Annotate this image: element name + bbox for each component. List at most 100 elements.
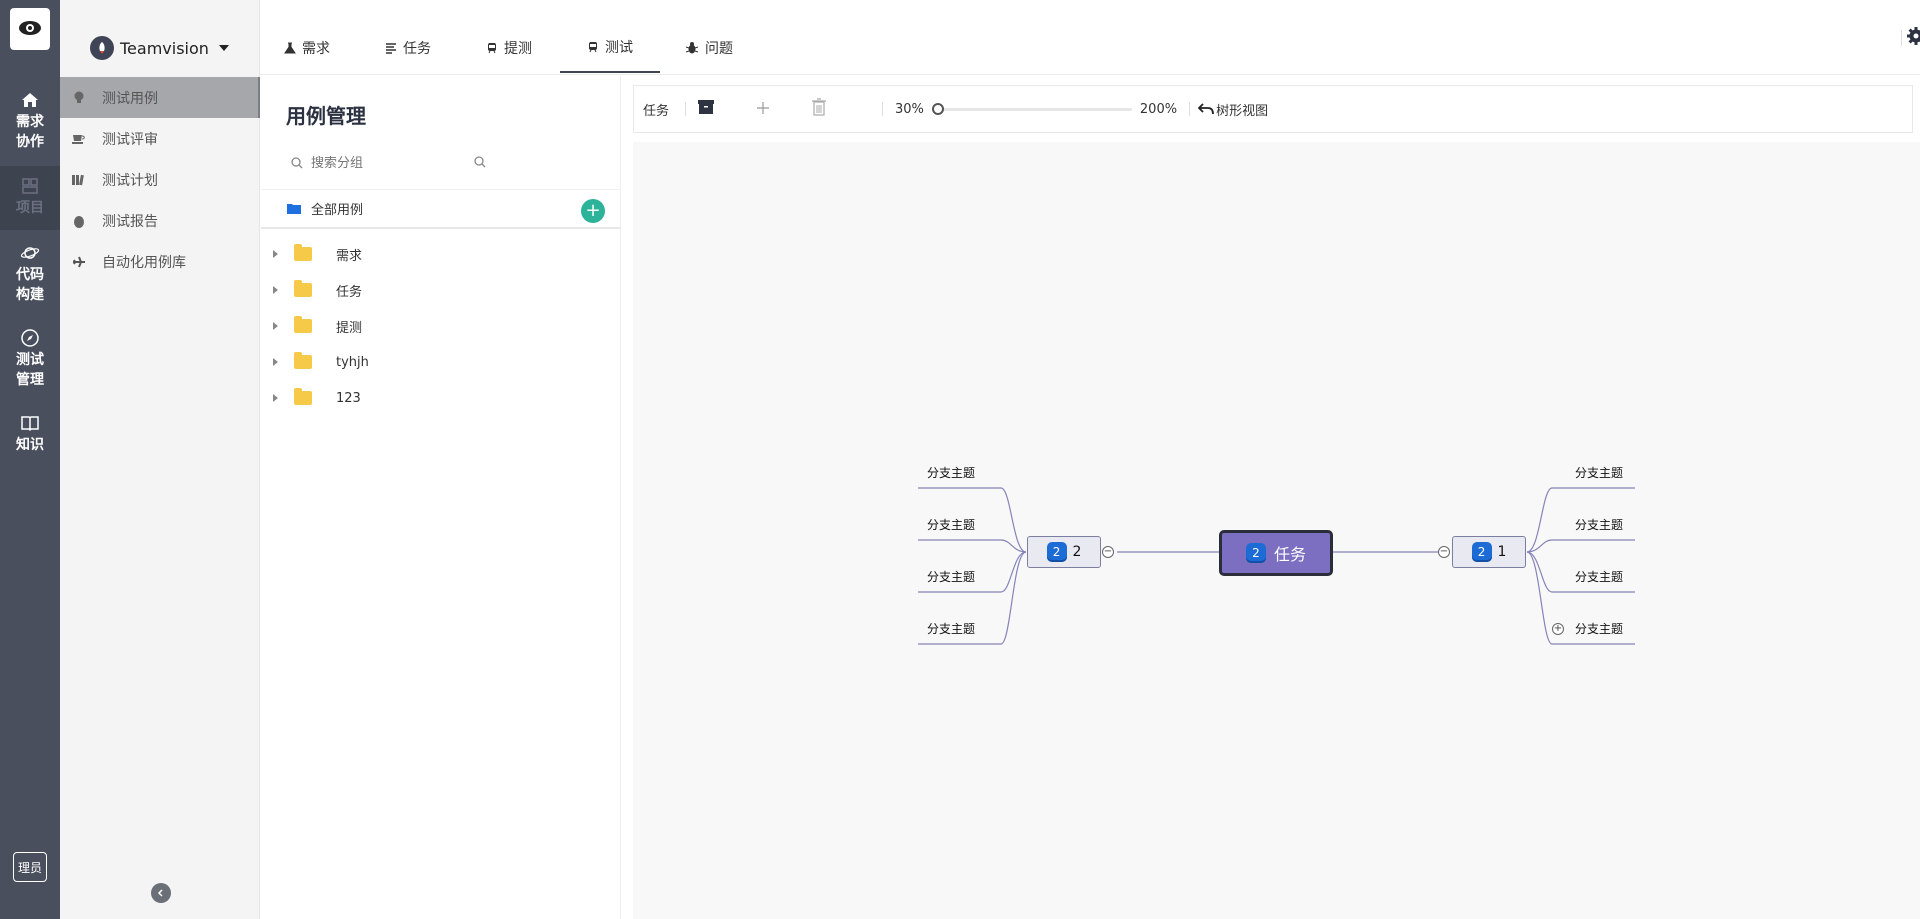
cup-icon <box>72 132 86 146</box>
rail-item-build[interactable]: 代码 构建 <box>0 243 60 305</box>
bulb-icon <box>72 91 86 105</box>
rail-label: 协作 <box>16 134 44 150</box>
subnav-item-test-review[interactable]: 测试评审 <box>60 118 260 159</box>
tree-folder[interactable]: 任务 <box>261 272 621 308</box>
grid-icon <box>22 178 38 194</box>
settings-menu[interactable] <box>1906 26 1920 46</box>
zoom-min-label: 30% <box>895 101 924 117</box>
caret-down-icon <box>218 45 229 51</box>
expand-caret-icon[interactable] <box>273 394 278 402</box>
tree-folder[interactable]: 提测 <box>261 308 621 344</box>
subnav-label: 测试评审 <box>102 131 158 148</box>
rail-item-test[interactable]: 测试 管理 <box>0 328 60 390</box>
expand-node-icon[interactable]: + <box>1552 623 1564 635</box>
books-icon <box>72 173 86 187</box>
folder-label: 提测 <box>336 320 363 336</box>
folder-icon <box>294 388 312 405</box>
search-input[interactable] <box>311 155 461 171</box>
mindmap-canvas[interactable]: 2 任务 2 2 − 2 1 − 分支主题 分支主题 分支主题 分支主题 分支主… <box>633 142 1920 919</box>
tab-test[interactable]: 测试 <box>560 0 660 73</box>
tree-folder[interactable]: 123 <box>261 380 621 416</box>
zoom-slider[interactable] <box>931 102 1132 116</box>
search-icon <box>291 157 303 169</box>
tab-requirements[interactable]: 需求 <box>284 0 330 73</box>
planet-icon <box>20 247 40 259</box>
node-label: 2 <box>1072 544 1082 560</box>
priority-badge: 2 <box>1471 542 1492 562</box>
mindmap-root-node[interactable]: 2 任务 <box>1219 530 1333 576</box>
collapse-node-icon[interactable]: − <box>1102 546 1114 558</box>
mindmap-toolbar: 任务 30% 200% 树形视图 <box>633 85 1913 133</box>
rail-item-project[interactable]: 项目 <box>0 166 60 230</box>
expand-caret-icon[interactable] <box>273 250 278 258</box>
tree-view-button[interactable]: 树形视图 <box>1198 100 1268 119</box>
plus-icon <box>757 101 769 114</box>
zoom-max-label: 200% <box>1139 101 1178 117</box>
drop-icon <box>72 214 86 228</box>
add-group-button[interactable]: + <box>581 199 605 223</box>
mindmap-leaf-node[interactable]: 分支主题 <box>1575 620 1623 637</box>
zoom-slider-track <box>931 108 1132 111</box>
mindmap-leaf-node[interactable]: 分支主题 <box>1575 568 1623 585</box>
zoom-slider-thumb[interactable] <box>931 103 944 115</box>
mindmap-leaf-node[interactable]: 分支主题 <box>927 568 975 585</box>
mindmap-leaf-node[interactable]: 分支主题 <box>927 620 975 637</box>
folder-label: 任务 <box>336 284 363 300</box>
tab-label: 需求 <box>302 40 330 57</box>
folder-icon <box>294 244 312 261</box>
rail-label: 管理 <box>16 372 44 388</box>
expand-caret-icon[interactable] <box>273 358 278 366</box>
all-cases-row[interactable]: 全部用例 + <box>261 189 621 229</box>
mindmap-right-node[interactable]: 2 1 <box>1452 536 1526 568</box>
add-node-button[interactable] <box>756 99 770 120</box>
tab-issues[interactable]: 问题 <box>685 0 733 73</box>
tree-folder[interactable]: tyhjh <box>261 344 621 380</box>
search-button[interactable] <box>474 156 486 172</box>
folder-open-icon <box>287 203 301 214</box>
tab-submit-test[interactable]: 提测 <box>486 0 532 73</box>
mindmap-left-node[interactable]: 2 2 <box>1027 536 1101 568</box>
mindmap-leaf-node[interactable]: 分支主题 <box>1575 464 1623 481</box>
rail-label: 代码 <box>16 267 44 283</box>
folder-icon <box>294 352 312 369</box>
mindmap-leaf-node[interactable]: 分支主题 <box>927 464 975 481</box>
chevron-left-icon <box>157 889 163 897</box>
mindmap-leaf-node[interactable]: 分支主题 <box>1575 516 1623 533</box>
rail-label: 构建 <box>16 287 44 303</box>
tab-label: 提测 <box>504 40 532 57</box>
divider <box>685 102 686 116</box>
group-search <box>291 152 491 174</box>
subnav-label: 测试计划 <box>102 172 158 189</box>
tab-label: 测试 <box>605 39 633 56</box>
top-bar: 需求 任务 提测 测试 问题 <box>260 0 1920 75</box>
bug-icon <box>685 41 699 53</box>
expand-caret-icon[interactable] <box>273 322 278 330</box>
priority-badge: 2 <box>1046 542 1067 562</box>
flask-icon <box>284 42 296 53</box>
undo-icon <box>1198 103 1214 115</box>
project-name: Teamvision <box>120 38 209 58</box>
archive-button[interactable] <box>698 100 714 118</box>
subnav-item-test-plan[interactable]: 测试计划 <box>60 159 260 200</box>
tab-tasks[interactable]: 任务 <box>385 0 431 73</box>
list-icon <box>386 42 396 54</box>
eye-logo-icon <box>19 21 41 35</box>
subnav-item-test-report[interactable]: 测试报告 <box>60 200 260 241</box>
tab-label: 问题 <box>705 40 733 57</box>
collapse-sidebar-button[interactable] <box>151 883 171 903</box>
subnav-item-automation[interactable]: 自动化用例库 <box>60 241 260 282</box>
subnav-item-test-cases[interactable]: 测试用例 <box>60 77 260 118</box>
selected-node-label: 任务 <box>643 103 670 119</box>
app-logo[interactable] <box>10 8 50 50</box>
folder-icon <box>294 316 312 333</box>
mindmap-leaf-node[interactable]: 分支主题 <box>927 516 975 533</box>
project-selector[interactable]: Teamvision <box>90 36 229 60</box>
delete-node-button[interactable] <box>812 98 826 120</box>
expand-caret-icon[interactable] <box>273 286 278 294</box>
rail-item-requirements[interactable]: 需求 协作 <box>0 90 60 152</box>
rail-label: 测试 <box>16 352 44 368</box>
tree-folder[interactable]: 需求 <box>261 236 621 272</box>
rail-item-knowledge[interactable]: 知识 <box>0 413 60 455</box>
admin-button[interactable]: 理员 <box>13 852 47 882</box>
collapse-node-icon[interactable]: − <box>1438 546 1450 558</box>
